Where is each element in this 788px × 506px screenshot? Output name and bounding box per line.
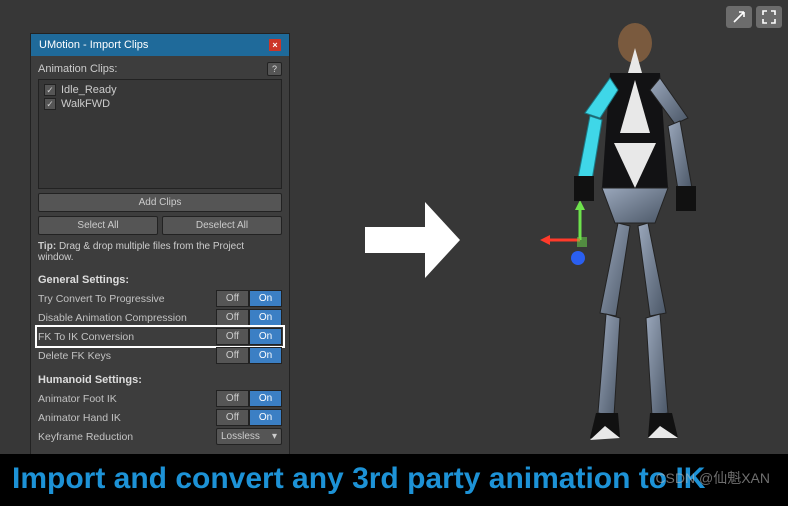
chevron-down-icon: ▾ bbox=[272, 431, 277, 442]
toggle[interactable]: OffOn bbox=[216, 347, 282, 364]
keyframe-label: Keyframe Reduction bbox=[38, 431, 133, 443]
humanoid-settings-heading: Humanoid Settings: bbox=[38, 371, 282, 389]
setting-label: FK To IK Conversion bbox=[38, 331, 134, 343]
list-item[interactable]: ✓ Idle_Ready bbox=[42, 83, 278, 97]
toggle[interactable]: OffOn bbox=[216, 290, 282, 307]
close-button[interactable]: × bbox=[269, 39, 281, 51]
select-all-button[interactable]: Select All bbox=[38, 216, 158, 235]
setting-row-humanoid-0: Animator Foot IK OffOn bbox=[38, 389, 282, 408]
keyframe-reduction-row: Keyframe Reduction Lossless ▾ bbox=[38, 427, 282, 446]
setting-label: Try Convert To Progressive bbox=[38, 293, 165, 305]
setting-label: Animator Hand IK bbox=[38, 412, 121, 424]
checkbox-icon[interactable]: ✓ bbox=[44, 84, 56, 96]
toggle-off[interactable]: Off bbox=[216, 328, 249, 345]
list-item[interactable]: ✓ WalkFWD bbox=[42, 97, 278, 111]
toggle[interactable]: OffOn bbox=[216, 409, 282, 426]
character-rig bbox=[530, 18, 740, 448]
arrow-graphic bbox=[365, 200, 460, 280]
clip-label: WalkFWD bbox=[61, 98, 110, 110]
setting-row-general-1: Disable Animation Compression OffOn bbox=[38, 308, 282, 327]
dialog-title: UMotion - Import Clips bbox=[39, 39, 148, 51]
clips-list[interactable]: ✓ Idle_Ready ✓ WalkFWD bbox=[38, 79, 282, 189]
toggle-on[interactable]: On bbox=[249, 390, 282, 407]
setting-row-general-0: Try Convert To Progressive OffOn bbox=[38, 289, 282, 308]
deselect-all-button[interactable]: Deselect All bbox=[162, 216, 282, 235]
setting-row-general-2: FK To IK Conversion OffOn bbox=[38, 327, 282, 346]
toggle-on[interactable]: On bbox=[249, 409, 282, 426]
setting-row-humanoid-1: Animator Hand IK OffOn bbox=[38, 408, 282, 427]
general-settings-heading: General Settings: bbox=[38, 271, 282, 289]
toggle-on[interactable]: On bbox=[249, 328, 282, 345]
tip-text-visible: Drag & drop multiple files from the Proj… bbox=[38, 241, 244, 263]
keyframe-value: Lossless bbox=[221, 431, 260, 442]
toggle-off[interactable]: Off bbox=[216, 347, 249, 364]
toggle[interactable]: OffOn bbox=[216, 390, 282, 407]
clips-label: Animation Clips: bbox=[38, 63, 117, 75]
fullscreen-button[interactable] bbox=[756, 6, 782, 28]
toggle-on[interactable]: On bbox=[249, 347, 282, 364]
toggle-off[interactable]: Off bbox=[216, 409, 249, 426]
add-clips-button[interactable]: Add Clips bbox=[38, 193, 282, 212]
setting-label: Animator Foot IK bbox=[38, 393, 117, 405]
clip-label: Idle_Ready bbox=[61, 84, 117, 96]
toggle[interactable]: OffOn bbox=[216, 328, 282, 345]
help-button[interactable]: ? bbox=[267, 62, 282, 76]
setting-label: Delete FK Keys bbox=[38, 350, 111, 362]
setting-row-general-3: Delete FK Keys OffOn bbox=[38, 346, 282, 365]
toggle-off[interactable]: Off bbox=[216, 290, 249, 307]
toggle-on[interactable]: On bbox=[249, 290, 282, 307]
close-icon: × bbox=[272, 40, 277, 50]
toggle-off[interactable]: Off bbox=[216, 390, 249, 407]
checkbox-icon[interactable]: ✓ bbox=[44, 98, 56, 110]
toggle-off[interactable]: Off bbox=[216, 309, 249, 326]
watermark: CSDN @仙魁XAN bbox=[655, 468, 770, 488]
dialog-titlebar[interactable]: UMotion - Import Clips × bbox=[31, 34, 289, 56]
keyframe-select[interactable]: Lossless ▾ bbox=[216, 428, 282, 445]
toggle-on[interactable]: On bbox=[249, 309, 282, 326]
setting-label: Disable Animation Compression bbox=[38, 312, 187, 324]
fullscreen-icon bbox=[762, 10, 776, 24]
toggle[interactable]: OffOn bbox=[216, 309, 282, 326]
import-clips-dialog: UMotion - Import Clips × Animation Clips… bbox=[30, 33, 290, 486]
